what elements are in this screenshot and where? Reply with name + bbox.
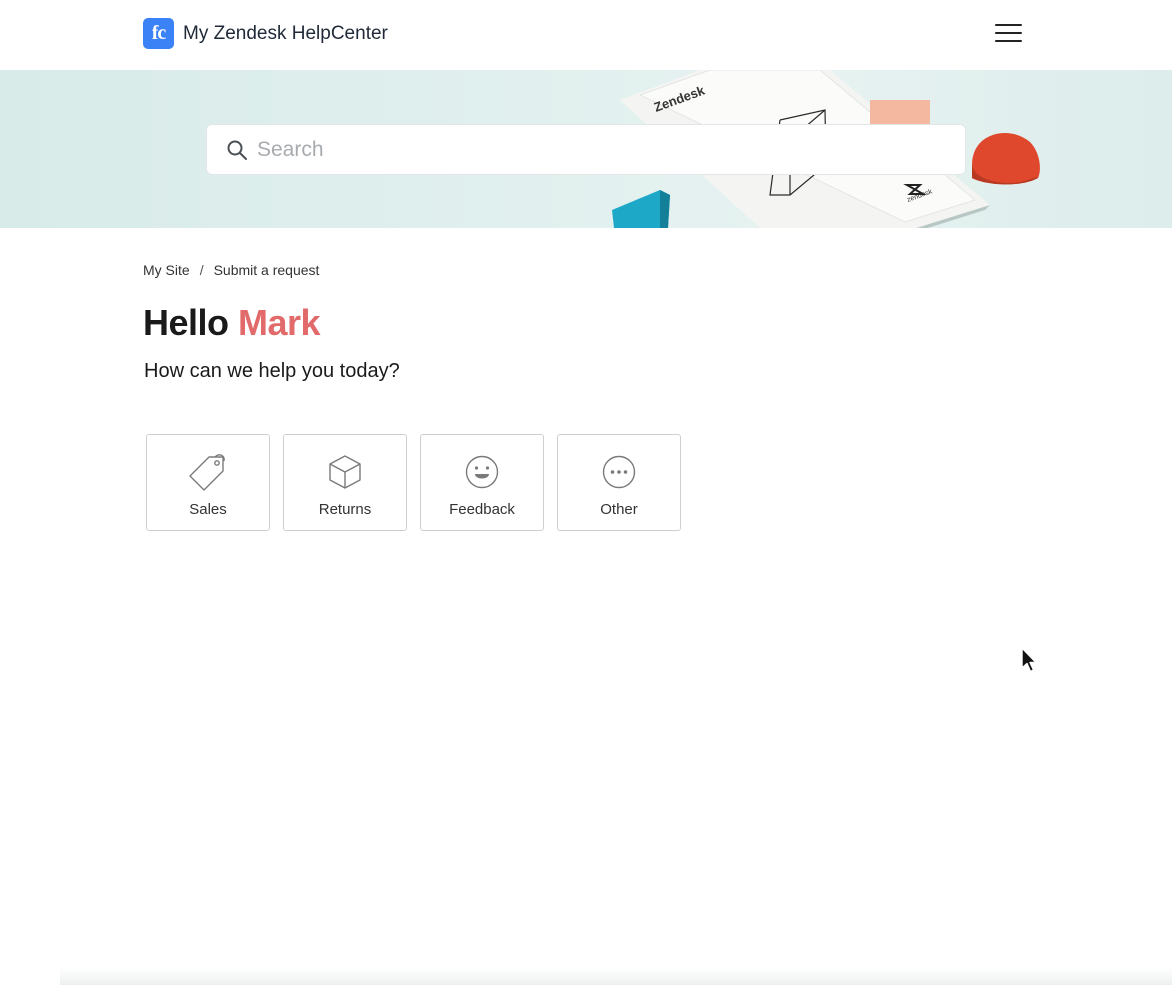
category-card-feedback[interactable]: Feedback: [420, 434, 544, 531]
breadcrumb-my-site[interactable]: My Site: [143, 262, 190, 278]
page-title: Hello Mark: [143, 302, 321, 344]
tag-icon: [189, 454, 225, 491]
search-icon: [227, 140, 247, 160]
site-title[interactable]: My Zendesk HelpCenter: [183, 23, 388, 45]
greeting-hello: Hello: [143, 302, 229, 343]
hamburger-icon[interactable]: [995, 24, 1022, 42]
category-label: Feedback: [449, 501, 515, 518]
more-icon: [602, 455, 636, 489]
mouse-cursor-icon: [1021, 647, 1037, 673]
smiley-icon: [465, 455, 499, 489]
brand[interactable]: fc My Zendesk HelpCenter: [143, 18, 388, 49]
greeting-name: Mark: [238, 302, 321, 343]
bottom-shadow: [60, 968, 1172, 985]
box-icon: [329, 455, 361, 489]
breadcrumb-separator: /: [199, 262, 204, 278]
category-card-other[interactable]: Other: [557, 434, 681, 531]
category-card-returns[interactable]: Returns: [283, 434, 407, 531]
breadcrumb: My Site / Submit a request: [143, 262, 319, 278]
site-header: fc My Zendesk HelpCenter: [0, 0, 1172, 70]
page-subtitle: How can we help you today?: [144, 360, 400, 382]
category-card-sales[interactable]: Sales: [146, 434, 270, 531]
category-cards: Sales Returns Feedback Other: [146, 434, 694, 531]
breadcrumb-submit-request[interactable]: Submit a request: [214, 262, 320, 278]
search-box[interactable]: [206, 124, 966, 175]
category-label: Returns: [318, 501, 372, 518]
category-label: Other: [600, 501, 638, 518]
category-label: Sales: [189, 501, 227, 518]
search-input[interactable]: [257, 133, 947, 167]
logo[interactable]: fc: [143, 18, 174, 49]
